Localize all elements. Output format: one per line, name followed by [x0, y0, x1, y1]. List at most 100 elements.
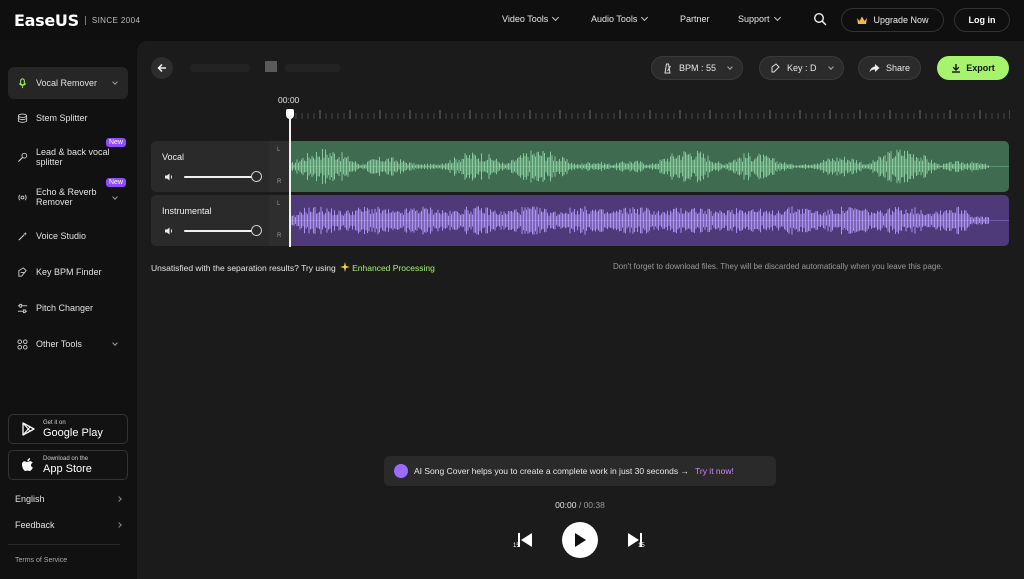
- terms-of-service-link[interactable]: Terms of Service: [15, 557, 67, 564]
- ai-song-cover-banner[interactable]: AI Song Cover helps you to create a comp…: [384, 456, 776, 486]
- arrow-left-icon: [157, 64, 166, 72]
- crown-icon: [857, 16, 868, 24]
- search-icon[interactable]: [813, 12, 827, 26]
- timeline-ruler[interactable]: [290, 108, 1010, 120]
- sparkle-icon: [339, 262, 350, 272]
- separation-hint: Unsatisfied with the separation results?…: [151, 262, 435, 273]
- logo-since: SINCE 2004: [84, 16, 140, 25]
- chevron-down-icon: [727, 63, 733, 70]
- chevron-down-icon: [827, 63, 834, 70]
- new-badge: New: [105, 178, 126, 187]
- brand-logo[interactable]: EaseUS SINCE 2004: [14, 11, 140, 30]
- playhead-handle[interactable]: [286, 109, 294, 119]
- share-icon: [869, 64, 880, 73]
- nav-label: Support: [738, 14, 770, 24]
- play-icon: [575, 533, 586, 547]
- playback-time: 00:00 / 00:38: [0, 500, 1024, 510]
- nav-partner[interactable]: Partner: [680, 14, 710, 24]
- channel-right-label: R: [277, 179, 282, 185]
- key-icon: [771, 62, 780, 72]
- volume-knob[interactable]: [251, 171, 262, 182]
- instrumental-waveform[interactable]: [289, 195, 1009, 246]
- volume-slider[interactable]: [184, 176, 256, 178]
- share-label: Share: [886, 63, 911, 73]
- nav-support[interactable]: Support: [738, 13, 781, 24]
- back-button[interactable]: [151, 57, 173, 79]
- sidebar-item-lead-back-vocal[interactable]: Lead & back vocal splitter New: [8, 138, 128, 174]
- total-duration: 00:38: [583, 500, 605, 510]
- key-selector[interactable]: Key : D: [759, 56, 844, 80]
- sidebar-item-pitch-changer[interactable]: Pitch Changer: [8, 292, 128, 324]
- sidebar-item-vocal-remover[interactable]: Vocal Remover: [8, 67, 128, 99]
- chevron-down-icon: [773, 13, 781, 22]
- volume-icon[interactable]: [164, 172, 174, 182]
- new-badge: New: [105, 138, 126, 147]
- sidebar-item-other-tools[interactable]: Other Tools: [8, 328, 128, 360]
- skip-forward-15-button[interactable]: 15: [626, 531, 648, 549]
- share-button[interactable]: Share: [858, 56, 922, 80]
- sidebar-item-label: Key BPM Finder: [36, 267, 102, 277]
- elapsed-time: 00:00: [555, 500, 577, 510]
- sidebar-item-key-bpm-finder[interactable]: Key BPM Finder: [8, 256, 128, 288]
- chevron-down-icon: [112, 79, 118, 85]
- key-finder-icon: [18, 266, 27, 277]
- skip-back-seconds: 15: [513, 543, 520, 549]
- track-name: Vocal: [162, 152, 185, 162]
- nav-label: Video Tools: [502, 14, 549, 24]
- volume-icon[interactable]: [164, 226, 174, 236]
- blurred-file-title: [190, 61, 340, 72]
- store-big-label: Google Play: [43, 426, 103, 439]
- sidebar-item-label: Stem Splitter: [36, 113, 88, 123]
- vocal-waveform[interactable]: [289, 141, 1009, 192]
- sidebar-divider: [8, 544, 120, 545]
- download-reminder: Don't forget to download files. They wil…: [613, 262, 944, 271]
- skip-back-15-button[interactable]: 15: [512, 531, 534, 549]
- enhanced-processing-label: Enhanced Processing: [352, 263, 435, 273]
- nav-label: Partner: [680, 14, 710, 24]
- upgrade-label: Upgrade Now: [873, 15, 929, 25]
- chevron-down-icon: [641, 13, 649, 22]
- timeline-current-time: 00:00: [278, 95, 300, 105]
- volume-slider[interactable]: [184, 230, 256, 232]
- volume-fill: [184, 176, 256, 178]
- grid-icon: [17, 338, 28, 350]
- ai-song-cover-icon: [394, 464, 408, 478]
- feedback-link[interactable]: Feedback: [15, 520, 122, 530]
- bpm-selector[interactable]: BPM : 55: [651, 56, 744, 80]
- download-icon: [952, 64, 961, 73]
- editor-panel: [137, 41, 1024, 579]
- sliders-icon: [17, 303, 28, 313]
- promo-text: AI Song Cover helps you to create a comp…: [414, 466, 689, 476]
- volume-knob[interactable]: [251, 225, 262, 236]
- time-separator: /: [578, 500, 582, 510]
- track-controls: Instrumental: [151, 195, 269, 246]
- enhanced-processing-link[interactable]: Enhanced Processing: [339, 262, 435, 273]
- sidebar-item-voice-studio[interactable]: Voice Studio: [8, 220, 128, 252]
- chevron-right-icon: [116, 522, 122, 528]
- channel-labels: L R: [269, 141, 289, 192]
- logo-wordmark: EaseUS: [14, 11, 79, 30]
- metronome-icon: [664, 63, 671, 73]
- export-button[interactable]: Export: [937, 56, 1009, 80]
- app-store-button[interactable]: Download on the App Store: [8, 450, 128, 480]
- track-vocal: Vocal L R: [151, 141, 1009, 192]
- track-instrumental: Instrumental L R: [151, 195, 1009, 246]
- chevron-down-icon: [112, 340, 118, 346]
- nav-video-tools[interactable]: Video Tools: [502, 13, 560, 24]
- try-it-now-link[interactable]: Try it now!: [695, 466, 734, 476]
- nav-audio-tools[interactable]: Audio Tools: [591, 13, 649, 24]
- chevron-down-icon: [552, 13, 560, 22]
- microphone-icon: [18, 77, 27, 88]
- channel-labels: L R: [269, 195, 289, 246]
- upgrade-now-button[interactable]: Upgrade Now: [841, 8, 944, 32]
- sidebar-item-stem-splitter[interactable]: Stem Splitter: [8, 102, 128, 134]
- channel-left-label: L: [277, 201, 281, 207]
- login-button[interactable]: Log in: [954, 8, 1010, 32]
- feedback-label: Feedback: [15, 520, 55, 530]
- play-button[interactable]: [562, 522, 598, 558]
- playhead[interactable]: [289, 110, 291, 247]
- layers-icon: [17, 113, 28, 123]
- sidebar-item-label: Pitch Changer: [36, 303, 94, 313]
- google-play-button[interactable]: Get it on Google Play: [8, 414, 128, 444]
- sidebar-item-echo-reverb[interactable]: Echo & Reverb Remover New: [8, 178, 128, 214]
